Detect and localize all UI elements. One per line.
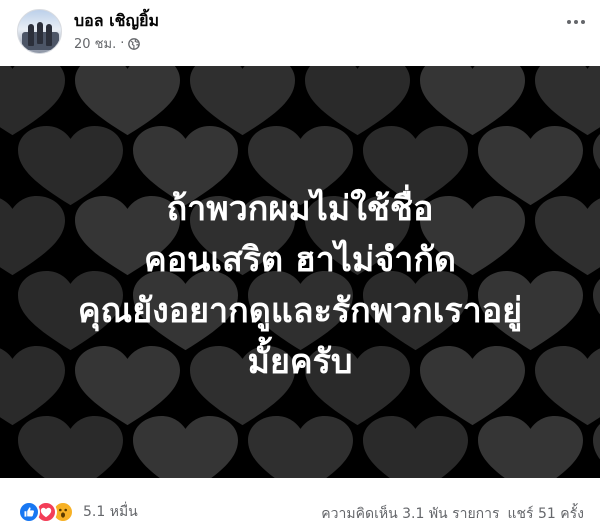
caption-line: มั้ยครับ bbox=[247, 342, 353, 382]
background-heart bbox=[0, 66, 65, 136]
post-image[interactable]: ถ้าพวกผมไม่ใช้ชื่อ คอนเสริต ฮาไม่จำกัด ค… bbox=[0, 66, 600, 478]
background-heart bbox=[133, 416, 238, 478]
caption-line: คุณยังอยากดูและรักพวกเราอยู่ bbox=[77, 291, 523, 331]
more-options-icon[interactable] bbox=[558, 10, 594, 34]
caption-line: ถ้าพวกผมไม่ใช้ชื่อ bbox=[166, 189, 434, 229]
post-header: บอล เชิญยิ้ม 20 ชม. · bbox=[0, 0, 600, 66]
shares-count[interactable]: แชร์ 51 ครั้ง bbox=[508, 503, 584, 525]
globe-icon[interactable] bbox=[128, 37, 141, 50]
background-heart bbox=[593, 424, 600, 460]
post-footer: 5.1 หมื่น ความคิดเห็น 3.1 พัน รายการ แชร… bbox=[0, 478, 600, 527]
caption-line: คอนเสริต ฮาไม่จำกัด bbox=[144, 240, 456, 280]
background-heart bbox=[75, 66, 180, 136]
author-name[interactable]: บอล เชิญยิ้ม bbox=[74, 9, 159, 34]
image-caption: ถ้าพวกผมไม่ใช้ชื่อ คอนเสริต ฮาไม่จำกัด ค… bbox=[0, 184, 600, 388]
meta-separator: · bbox=[120, 36, 125, 51]
post-meta: 20 ชม. · bbox=[74, 33, 141, 54]
background-heart bbox=[190, 66, 295, 136]
background-heart bbox=[248, 416, 353, 478]
background-heart bbox=[478, 416, 583, 478]
comments-count[interactable]: ความคิดเห็น 3.1 พัน รายการ bbox=[321, 503, 499, 525]
background-heart bbox=[18, 416, 123, 478]
background-heart bbox=[363, 416, 468, 478]
background-heart bbox=[420, 66, 525, 136]
reaction-count[interactable]: 5.1 หมื่น bbox=[83, 501, 138, 523]
post-stats: ความคิดเห็น 3.1 พัน รายการ แชร์ 51 ครั้ง bbox=[321, 503, 584, 525]
background-heart bbox=[305, 66, 410, 136]
like-icon bbox=[18, 501, 40, 523]
post-timestamp[interactable]: 20 ชม. bbox=[74, 33, 116, 54]
background-heart bbox=[535, 66, 600, 136]
avatar[interactable] bbox=[17, 9, 62, 54]
reactions-summary[interactable]: 5.1 หมื่น bbox=[18, 501, 138, 523]
